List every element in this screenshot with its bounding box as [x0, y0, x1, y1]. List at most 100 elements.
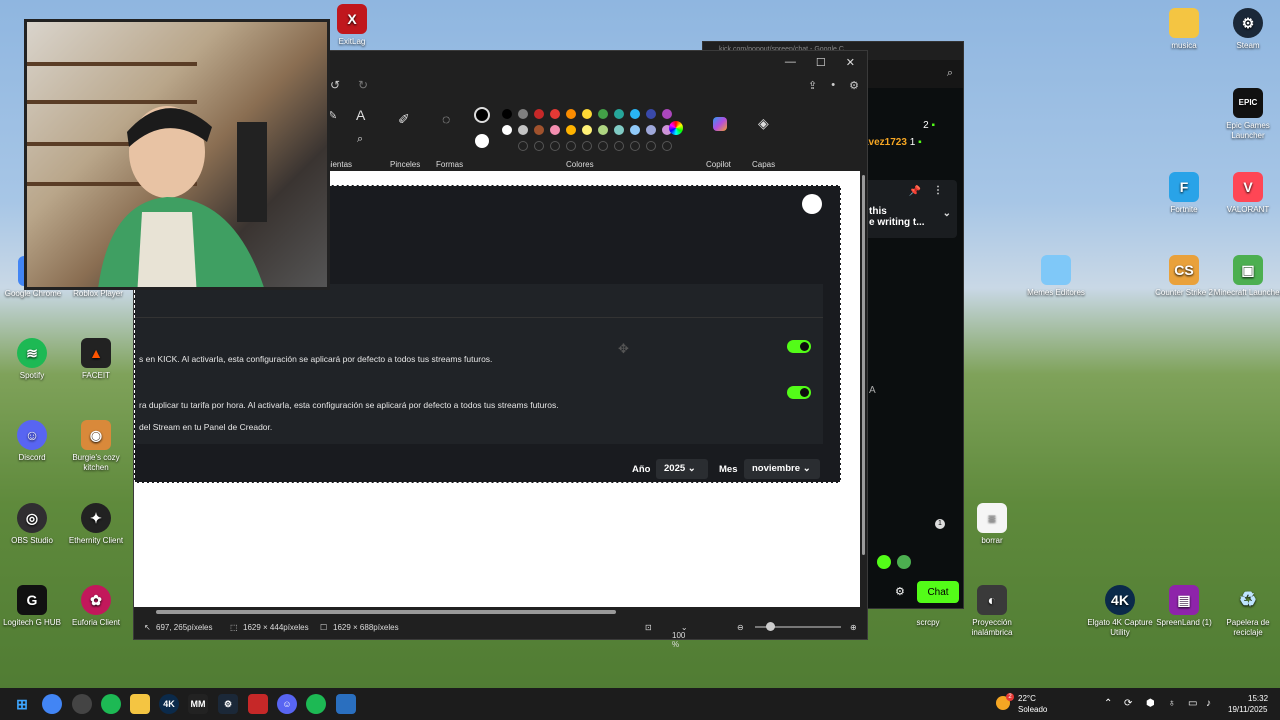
- color-swatch[interactable]: [566, 125, 576, 135]
- color-swatch[interactable]: [598, 109, 608, 119]
- pin-icon[interactable]: 📌: [909, 186, 921, 197]
- clock-date[interactable]: 19/11/2025: [1228, 705, 1267, 714]
- zoom-out-icon[interactable]: ⊖: [737, 623, 744, 632]
- steam-taskbar-icon[interactable]: ⚙: [218, 694, 238, 714]
- custom-color-slot[interactable]: [566, 141, 576, 151]
- custom-color-slot[interactable]: [534, 141, 544, 151]
- desktop-icon-discord[interactable]: ☺ Discord: [0, 420, 68, 463]
- text-tool-icon[interactable]: A: [356, 107, 365, 123]
- desktop-icon-recycle[interactable]: ♻ Papelera de reciclaje: [1212, 585, 1280, 638]
- start-windows-icon[interactable]: ⊞: [12, 694, 32, 714]
- color-swatch[interactable]: [518, 109, 528, 119]
- paint-taskbar-icon[interactable]: [336, 694, 356, 714]
- desktop-icon-proyeccion[interactable]: ◐ Proyección inalámbrica: [956, 585, 1028, 638]
- desktop-icon-musica[interactable]: musica: [1148, 8, 1220, 51]
- desktop-icon-memes[interactable]: Memes Editores: [1020, 255, 1092, 298]
- elgato-taskbar-icon[interactable]: 4K: [159, 694, 179, 714]
- color-swatch[interactable]: [662, 109, 672, 119]
- desktop-icon-epic[interactable]: EPIC Epic Games Launcher: [1212, 88, 1280, 141]
- primary-color[interactable]: [474, 107, 490, 123]
- custom-color-slot[interactable]: [662, 141, 672, 151]
- desktop-icon-minecraft[interactable]: ▣ Minecraft Launcher: [1212, 255, 1280, 298]
- emote-icon[interactable]: [877, 555, 891, 569]
- brush-icon[interactable]: ✐: [398, 111, 410, 128]
- color-swatch[interactable]: [582, 125, 592, 135]
- color-swatch[interactable]: [614, 125, 624, 135]
- color-swatch[interactable]: [502, 109, 512, 119]
- color-swatch[interactable]: [534, 125, 544, 135]
- desktop-icon-spotify[interactable]: ≋ Spotify: [0, 338, 68, 381]
- zoom-icon[interactable]: ⌕: [947, 67, 953, 80]
- desktop-icon-valorant[interactable]: V VALORANT: [1212, 172, 1280, 215]
- close-icon[interactable]: ✕: [846, 56, 855, 69]
- month-select[interactable]: noviembre ⌄: [744, 459, 820, 479]
- setting-toggle-1[interactable]: [787, 340, 811, 353]
- custom-color-slot[interactable]: [550, 141, 560, 151]
- custom-color-slot[interactable]: [646, 141, 656, 151]
- color-swatch[interactable]: [550, 125, 560, 135]
- fit-window-icon[interactable]: ⊡: [645, 623, 652, 632]
- account-icon[interactable]: •: [831, 79, 835, 91]
- color-swatch[interactable]: [534, 109, 544, 119]
- zoom-slider-thumb[interactable]: [766, 622, 775, 631]
- color-swatch[interactable]: [550, 109, 560, 119]
- tray-app-icon[interactable]: ⟳: [1124, 698, 1132, 709]
- copilot-icon[interactable]: [713, 117, 727, 131]
- color-picker-icon[interactable]: [669, 121, 683, 135]
- minimize-icon[interactable]: —: [785, 56, 796, 68]
- chrome-taskbar-icon[interactable]: [42, 694, 62, 714]
- color-swatch[interactable]: [646, 109, 656, 119]
- desktop-icon-euforia[interactable]: ✿ Euforia Client: [60, 585, 132, 628]
- spotify-taskbar-icon[interactable]: [101, 694, 121, 714]
- desktop-icon-faceit[interactable]: ▲ FACEIT: [60, 338, 132, 381]
- network-icon[interactable]: ▭: [1188, 698, 1197, 709]
- desktop-icon-spreenland[interactable]: ▤ SpreenLand (1): [1148, 585, 1220, 628]
- color-swatch[interactable]: [598, 125, 608, 135]
- color-swatch[interactable]: [630, 125, 640, 135]
- desktop-icon-ethernity[interactable]: ✦ Ethernity Client: [60, 503, 132, 546]
- year-select[interactable]: 2025 ⌄: [656, 459, 708, 479]
- custom-color-slot[interactable]: [630, 141, 640, 151]
- zoom-select[interactable]: 100 % ⌄: [672, 623, 688, 649]
- desktop-icon-elgato[interactable]: 4K Elgato 4K Capture Utility: [1084, 585, 1156, 638]
- desktop-icon-ghub[interactable]: G Logitech G HUB: [0, 585, 68, 628]
- share-icon[interactable]: ⇪: [808, 79, 817, 92]
- obs-taskbar-icon[interactable]: [72, 694, 92, 714]
- color-swatch[interactable]: [502, 125, 512, 135]
- setting-toggle-2[interactable]: [787, 386, 811, 399]
- custom-color-slot[interactable]: [518, 141, 528, 151]
- chat-send-button[interactable]: Chat: [917, 581, 959, 603]
- secondary-color[interactable]: [475, 134, 489, 148]
- spotify-taskbar-icon[interactable]: [306, 694, 326, 714]
- clock-time[interactable]: 15:32: [1248, 694, 1268, 703]
- color-swatch[interactable]: [646, 125, 656, 135]
- settings-icon[interactable]: ⚙: [849, 79, 859, 92]
- shapes-icon[interactable]: ◌: [442, 111, 450, 127]
- color-swatch[interactable]: [518, 125, 528, 135]
- emote-icon[interactable]: [897, 555, 911, 569]
- volume-icon[interactable]: ♪: [1206, 698, 1211, 709]
- chevron-down-icon[interactable]: ⌄: [943, 208, 951, 219]
- color-swatch[interactable]: [630, 109, 640, 119]
- desktop-icon-cs2[interactable]: CS Counter Strike 2: [1148, 255, 1220, 298]
- discord-taskbar-icon[interactable]: ☺: [277, 694, 297, 714]
- magnifier-icon[interactable]: ⌕: [357, 133, 363, 146]
- tray-chevron-icon[interactable]: ⌃: [1104, 698, 1112, 709]
- color-swatch[interactable]: [566, 109, 576, 119]
- app-taskbar-icon[interactable]: [248, 694, 268, 714]
- pinned-message[interactable]: 📌 ⋮ this e writing t... ⌄: [863, 180, 957, 238]
- undo-icon[interactable]: ↺: [330, 78, 340, 92]
- tray-app-icon[interactable]: ♁: [1168, 698, 1176, 709]
- mm-taskbar-icon[interactable]: MM: [188, 694, 208, 714]
- more-icon[interactable]: ⋮: [933, 185, 943, 196]
- color-swatch[interactable]: [582, 109, 592, 119]
- custom-color-slot[interactable]: [614, 141, 624, 151]
- redo-icon[interactable]: ↻: [358, 78, 368, 92]
- desktop-icon-burgie[interactable]: ◉ Burgie's cozy kitchen: [60, 420, 132, 473]
- zoom-in-icon[interactable]: ⊕: [850, 623, 857, 632]
- desktop-icon-obs[interactable]: ◎ OBS Studio: [0, 503, 68, 546]
- layers-icon[interactable]: ◈: [758, 115, 769, 132]
- custom-color-slot[interactable]: [582, 141, 592, 151]
- file-explorer-icon[interactable]: [130, 694, 150, 714]
- desktop-icon-fortnite[interactable]: F Fortnite: [1148, 172, 1220, 215]
